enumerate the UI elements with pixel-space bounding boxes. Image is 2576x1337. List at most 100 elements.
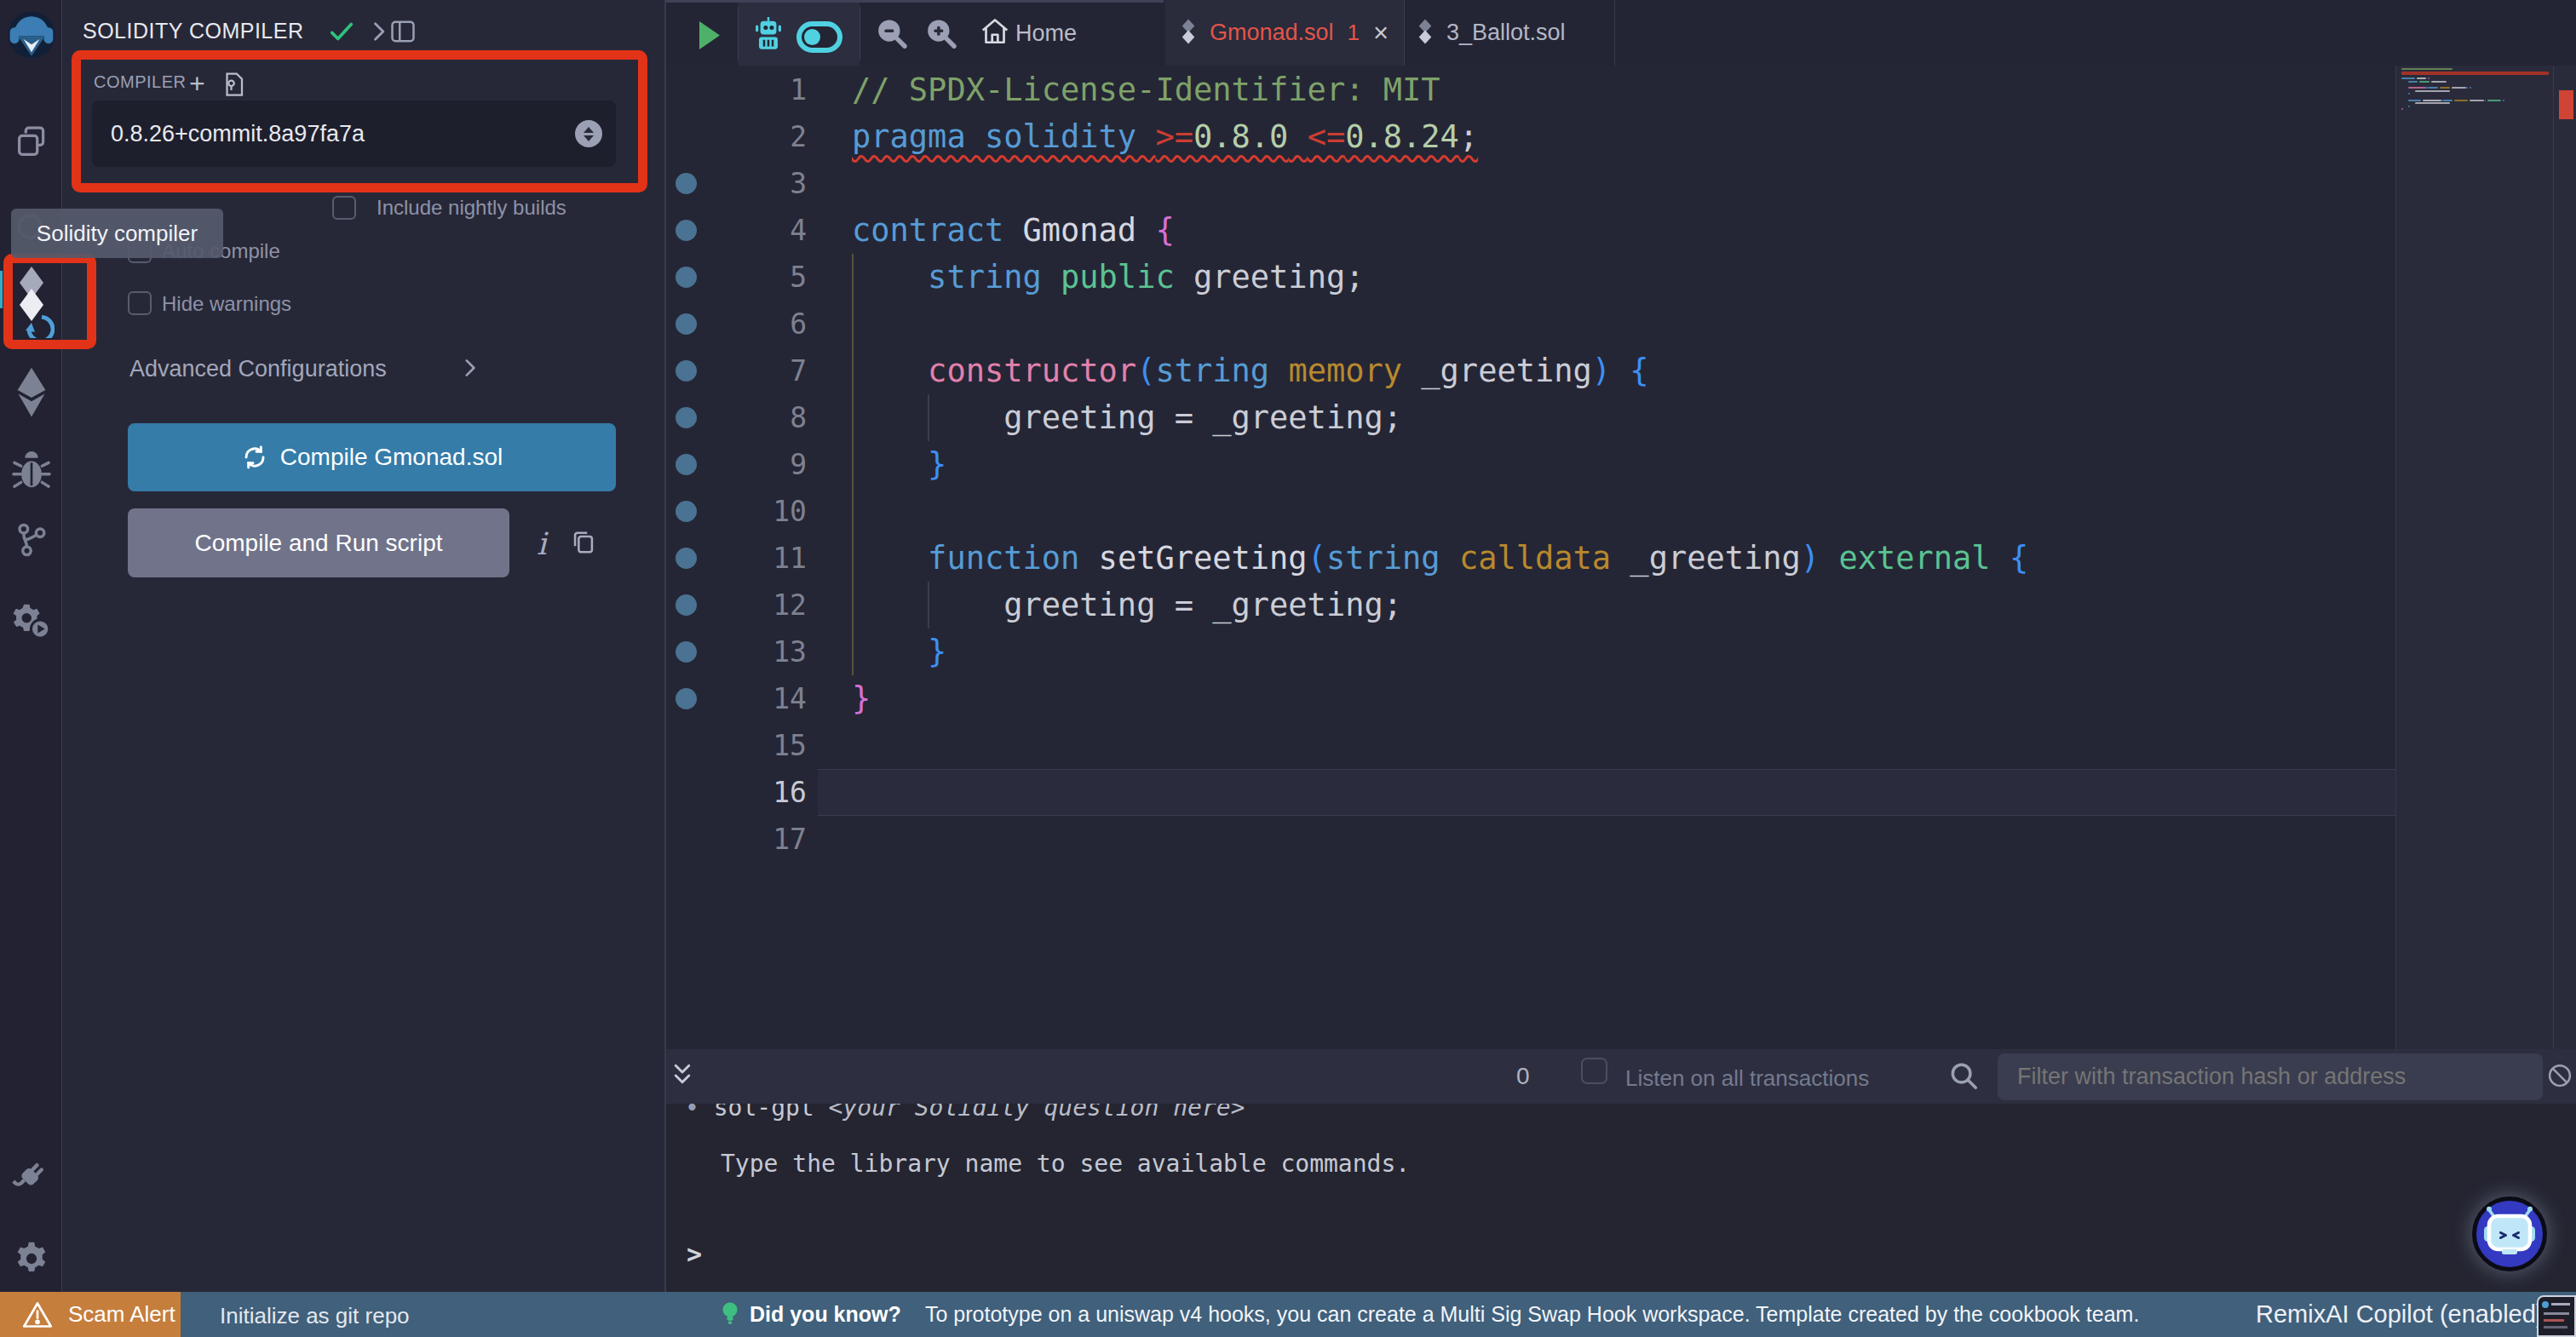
minimap-line — [2417, 77, 2427, 79]
solidity-compiler-tooltip: Solidity compiler — [11, 209, 223, 258]
terminal-output[interactable] — [666, 1104, 2576, 1292]
remix-logo[interactable] — [0, 10, 62, 60]
settings-icon[interactable] — [0, 1239, 62, 1278]
git-init-button[interactable]: Initialize as git repo — [220, 1303, 410, 1329]
code-line-5: string public greeting; — [852, 254, 1364, 301]
code-line-2: pragma solidity >=0.8.0 <=0.8.24; — [852, 113, 1478, 160]
minimap-line — [2415, 90, 2450, 92]
clear-terminal-icon[interactable] — [2547, 1063, 2573, 1092]
git-icon[interactable] — [0, 520, 62, 559]
minimap-line — [2415, 102, 2450, 104]
minimap-error-line — [2401, 72, 2549, 75]
copy-icon[interactable] — [569, 528, 598, 560]
advanced-configurations-label[interactable]: Advanced Configurations — [129, 356, 387, 382]
plugin-manager-icon[interactable] — [0, 1155, 62, 1196]
tab-gmonad[interactable]: Gmonad.sol 1 × — [1165, 0, 1404, 66]
gutter-dot[interactable] — [676, 501, 697, 522]
minimap-line — [2408, 100, 2422, 101]
code-line-7: constructor(string memory _greeting) { — [852, 347, 1649, 394]
minimap-line — [2470, 87, 2471, 89]
unit-testing-icon[interactable] — [0, 601, 62, 640]
scam-alert-badge[interactable]: Scam Alert — [0, 1292, 181, 1337]
tab-ballot[interactable]: 3_Ballot.sol — [1404, 0, 1614, 66]
corner-preview-thumbnail — [2537, 1295, 2576, 1337]
gutter-dot[interactable] — [676, 688, 697, 709]
minimap-line — [2408, 81, 2418, 83]
line-number: 1 — [666, 66, 807, 113]
panel-title: SOLIDITY COMPILER — [83, 19, 304, 43]
terminal-search-icon[interactable] — [1947, 1059, 1980, 1095]
transaction-count: 0 — [1516, 1063, 1530, 1090]
code-line-4: contract Gmonad { — [852, 207, 1175, 254]
include-nightly-checkbox[interactable] — [332, 196, 356, 220]
advanced-config-chevron-icon[interactable] — [458, 356, 480, 383]
info-icon[interactable]: i — [537, 526, 547, 561]
transaction-filter-input[interactable] — [1998, 1053, 2543, 1100]
gutter-dot[interactable] — [676, 313, 697, 335]
hide-warnings-checkbox[interactable] — [128, 291, 152, 315]
debugger-icon[interactable] — [0, 450, 62, 491]
warning-triangle-icon — [22, 1300, 53, 1329]
code-line-11: function setGreeting(string calldata _gr… — [852, 535, 2028, 582]
copilot-toggle[interactable] — [796, 21, 842, 53]
line-number: 2 — [666, 113, 807, 160]
solidity-compiler-panel — [62, 0, 666, 1292]
listen-all-checkbox[interactable] — [1581, 1058, 1607, 1084]
listen-all-label[interactable]: Listen on all transactions — [1625, 1065, 1869, 1092]
tab-gmonad-badge: 1 — [1348, 20, 1360, 46]
gutter-dot[interactable] — [676, 454, 697, 475]
compile-and-run-button[interactable]: Compile and Run script — [128, 508, 509, 577]
terminal-prompt[interactable]: > — [687, 1239, 702, 1269]
remixai-copilot-bubble[interactable] — [2472, 1196, 2547, 1271]
gutter-dot[interactable] — [676, 267, 697, 288]
compile-success-check-icon — [327, 17, 356, 49]
hide-warnings-label[interactable]: Hide warnings — [162, 292, 291, 316]
gutter-dot[interactable] — [676, 220, 697, 241]
tab-divider-2 — [1614, 0, 1615, 66]
minimap-line — [2431, 81, 2447, 83]
minimap-line — [2466, 87, 2468, 89]
deploy-run-icon[interactable] — [0, 366, 62, 419]
code-line-14: } — [852, 675, 871, 722]
zoom-out-icon[interactable] — [876, 17, 908, 55]
minimap-line — [2443, 100, 2453, 101]
home-tab[interactable]: Home — [1015, 20, 1077, 47]
gutter-dot[interactable] — [676, 641, 697, 663]
compile-button-label: Compile Gmonad.sol — [280, 444, 503, 471]
annotation-box-compiler-icon — [3, 254, 96, 349]
home-icon[interactable] — [980, 15, 1010, 51]
minimap[interactable] — [2395, 66, 2576, 1049]
run-script-play-icon[interactable] — [697, 20, 722, 55]
remixai-robot-icon[interactable] — [752, 17, 785, 58]
pin-panel-icon[interactable] — [390, 20, 416, 47]
minimap-line — [2487, 100, 2501, 101]
minimap-divider — [2553, 66, 2554, 1049]
gutter-dot[interactable] — [676, 594, 697, 616]
include-nightly-label[interactable]: Include nightly builds — [377, 196, 566, 220]
tab-gmonad-label: Gmonad.sol — [1210, 20, 1334, 46]
solidity-file-icon — [1179, 18, 1198, 49]
did-you-know-text: To prototype on a uniswap v4 hooks, you … — [925, 1302, 2139, 1327]
annotation-box-compiler-section — [72, 50, 647, 192]
file-explorer-icon[interactable] — [0, 122, 62, 161]
minimap-line — [2419, 81, 2429, 83]
panel-collapse-chevron-icon[interactable] — [366, 20, 390, 47]
scam-alert-label: Scam Alert — [68, 1301, 175, 1328]
compile-button[interactable]: Compile Gmonad.sol — [128, 423, 616, 491]
tab-ballot-label: 3_Ballot.sol — [1446, 20, 1566, 46]
minimap-line — [2454, 100, 2468, 101]
minimap-line — [2408, 106, 2410, 107]
lightbulb-icon — [717, 1300, 743, 1332]
terminal-expand-icon[interactable] — [671, 1061, 693, 1093]
minimap-line — [2452, 87, 2467, 89]
gutter-dot[interactable] — [676, 173, 697, 194]
gutter-dot[interactable] — [676, 360, 697, 382]
zoom-in-icon[interactable] — [925, 17, 957, 55]
gutter-dot[interactable] — [676, 407, 697, 428]
minimap-line — [2408, 87, 2426, 89]
icon-rail — [0, 0, 62, 1292]
compile-refresh-icon — [241, 444, 268, 471]
gutter-dot[interactable] — [676, 548, 697, 569]
line-number: 16 — [666, 769, 807, 816]
tab-close-icon[interactable]: × — [1373, 18, 1389, 49]
